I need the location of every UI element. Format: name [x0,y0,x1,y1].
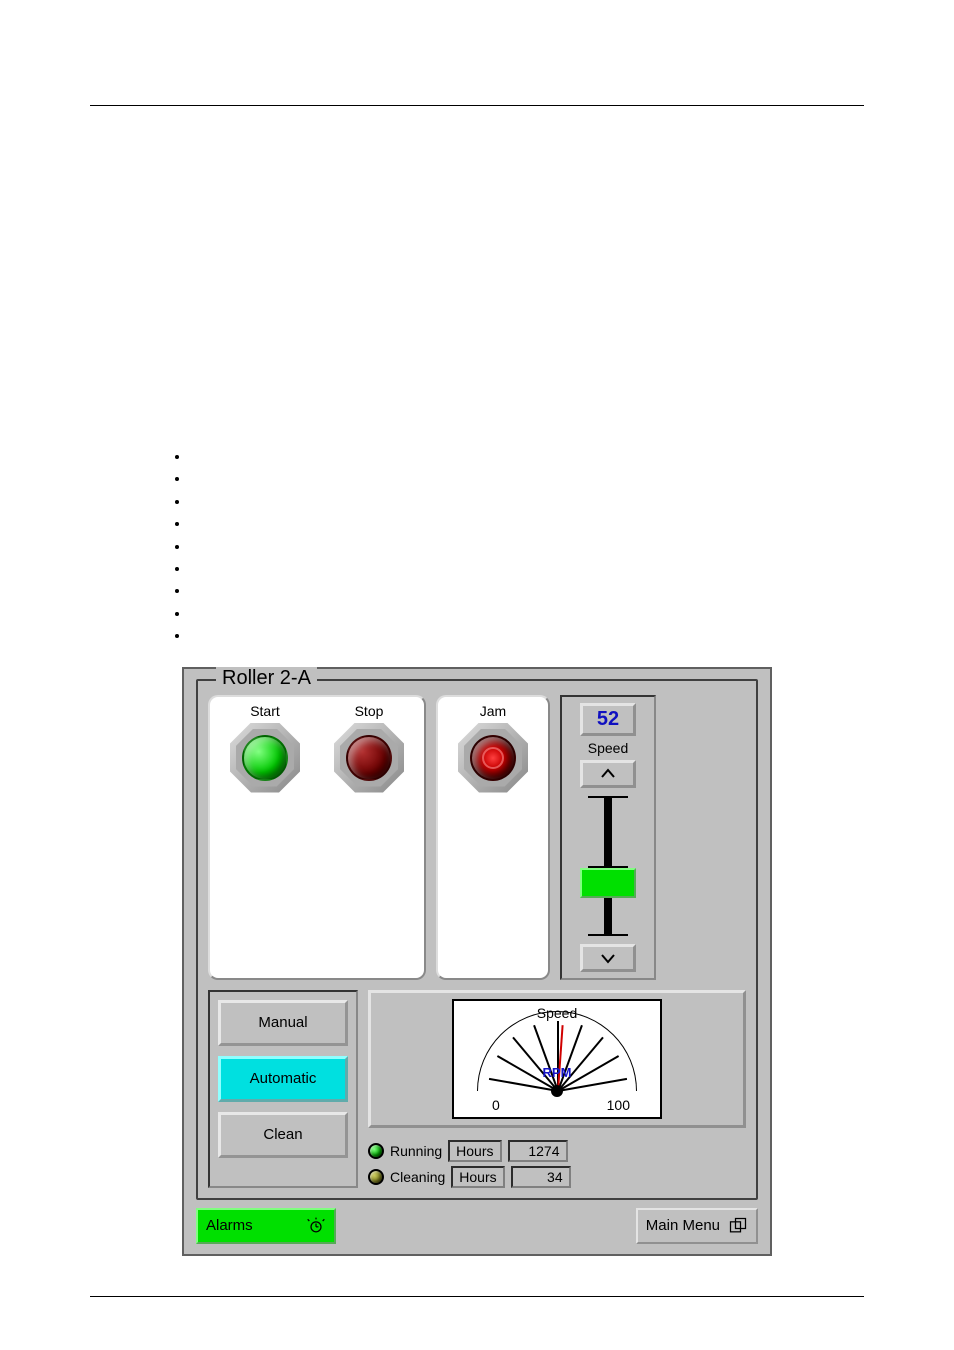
gauge-min: 0 [492,1097,500,1113]
intro-paragraph-2: Designing applications for use on ThinMa… [90,289,864,331]
stop-button-face [346,735,392,781]
hmi-panel: Roller 2-A Start Stop [182,667,772,1256]
mode-panel: Manual Automatic Clean [208,990,358,1188]
running-led-icon [368,1143,384,1159]
gauge-max: 100 [607,1097,630,1113]
cleaning-hours-label: Hours [451,1166,504,1188]
jam-indicator[interactable] [458,723,528,793]
manual-mode-button[interactable]: Manual [218,1000,348,1046]
main-menu-button[interactable]: Main Menu [636,1208,758,1244]
status-rows: Running Hours 1274 Cleaning Hours 34 [368,1140,746,1188]
page-header: Flexible Thin Clients 3 – Screen Develop… [90,40,864,55]
list-item: 1440x900 [190,557,864,579]
running-hours-label: Hours [448,1140,501,1162]
windows-icon [728,1216,748,1236]
list-item: 1920x1080 [190,624,864,646]
list-item: 1600x1200 [190,579,864,601]
speed-up-button[interactable] [580,760,636,788]
list-item: 1360x768 [190,535,864,557]
cleaning-label: Cleaning [390,1169,445,1185]
list-item: 800x600 [190,467,864,489]
speed-down-button[interactable] [580,944,636,972]
speed-gauge: Speed [452,999,662,1119]
page-footer: www.thinmanager.com 14 [90,1305,864,1320]
section-heading: Screen Resolutions [90,355,864,373]
speed-slider-thumb[interactable] [580,868,636,898]
resolution-list: 640x480 800x600 1024x768 1280x1024 1360x… [90,445,864,647]
cleaning-led-icon [368,1169,384,1185]
header-left: Flexible Thin Clients [90,40,207,55]
chevron-up-icon [598,764,618,784]
start-button[interactable] [230,723,300,793]
list-item: 1024x768 [190,490,864,512]
start-button-face [242,735,288,781]
jam-panel: Jam [436,695,550,980]
cleaning-hours-value: 34 [511,1166,571,1188]
intro-paragraph-1: The ThinManager system gives you more op… [90,208,864,271]
section-paragraph: The first thing to consider is screen re… [90,385,864,427]
chapter-title: 3 – Screen Development [90,156,864,188]
speed-value: 52 [580,703,636,736]
footer-left: www.thinmanager.com [90,1305,221,1320]
speed-panel: 52 Speed [560,695,656,980]
speed-slider[interactable] [604,796,612,936]
top-rule [90,105,864,106]
mainmenu-label: Main Menu [646,1217,720,1234]
chevron-down-icon [598,948,618,968]
roller-group-title: Roller 2-A [216,667,317,690]
clean-mode-button[interactable]: Clean [218,1112,348,1158]
header-right: 3 – Screen Development [721,40,864,55]
jam-label: Jam [480,703,506,719]
bottom-rule [90,1296,864,1297]
list-item: 1680x1050 [190,602,864,624]
automatic-mode-button[interactable]: Automatic [218,1056,348,1102]
list-item: 640x480 [190,445,864,467]
roller-group: Roller 2-A Start Stop [196,679,758,1200]
alarms-button[interactable]: Alarms [196,1208,336,1244]
jam-lamp [470,735,516,781]
alarm-bell-icon [306,1216,326,1236]
running-label: Running [390,1143,442,1159]
start-stop-panel: Start Stop [208,695,426,980]
stop-label: Stop [355,703,384,719]
running-hours-value: 1274 [508,1140,568,1162]
list-item: 1280x1024 [190,512,864,534]
footer-right: 14 [850,1305,864,1320]
alarms-label: Alarms [206,1217,253,1234]
gauge-unit: RPM [454,1065,660,1080]
speed-label: Speed [588,740,628,756]
start-label: Start [250,703,280,719]
stop-button[interactable] [334,723,404,793]
gauge-box: Speed [368,990,746,1128]
